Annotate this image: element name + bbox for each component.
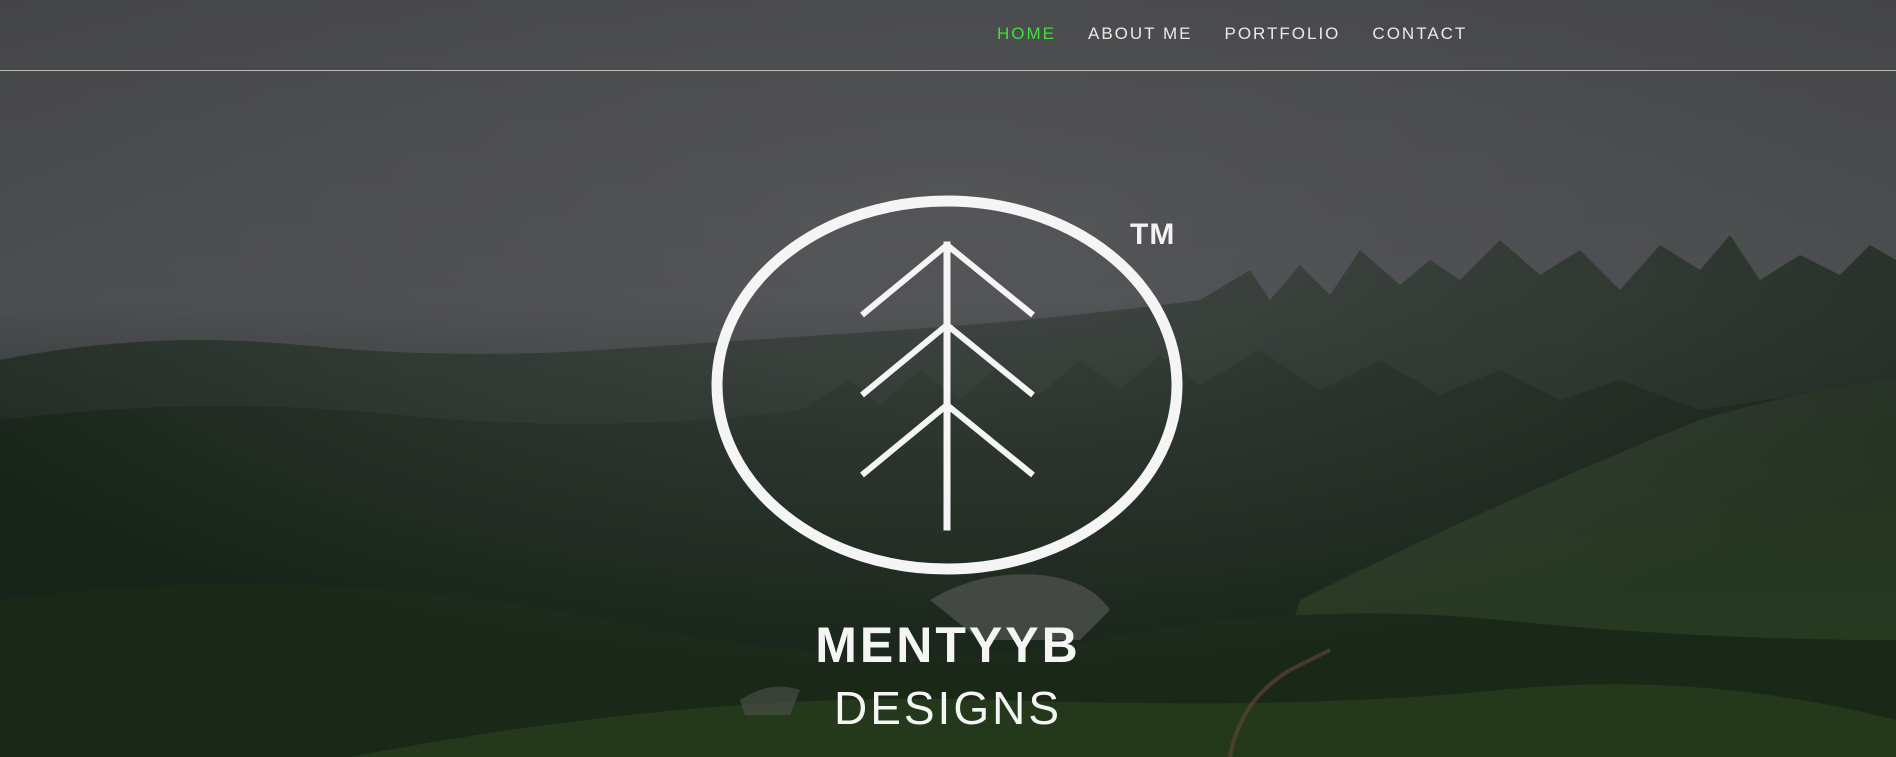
top-navbar: HOME ABOUT ME PORTFOLIO CONTACT: [0, 0, 1896, 71]
nav-home-link[interactable]: HOME: [997, 20, 1056, 48]
nav-about-me-link[interactable]: ABOUT ME: [1088, 20, 1192, 48]
brand-title: MENTYYB: [815, 617, 1081, 673]
trademark-symbol: TM: [1130, 218, 1176, 251]
nav-portfolio-link[interactable]: PORTFOLIO: [1224, 20, 1340, 48]
tree-in-circle-logo-icon: [711, 195, 1183, 575]
brand-logo: [700, 185, 1200, 585]
hero-section: HOME ABOUT ME PORTFOLIO CONTACT TM MENTY…: [0, 0, 1896, 757]
main-nav: HOME ABOUT ME PORTFOLIO CONTACT: [997, 20, 1467, 48]
brand-subtitle: DESIGNS: [833, 682, 1063, 734]
nav-contact-link[interactable]: CONTACT: [1372, 20, 1467, 48]
